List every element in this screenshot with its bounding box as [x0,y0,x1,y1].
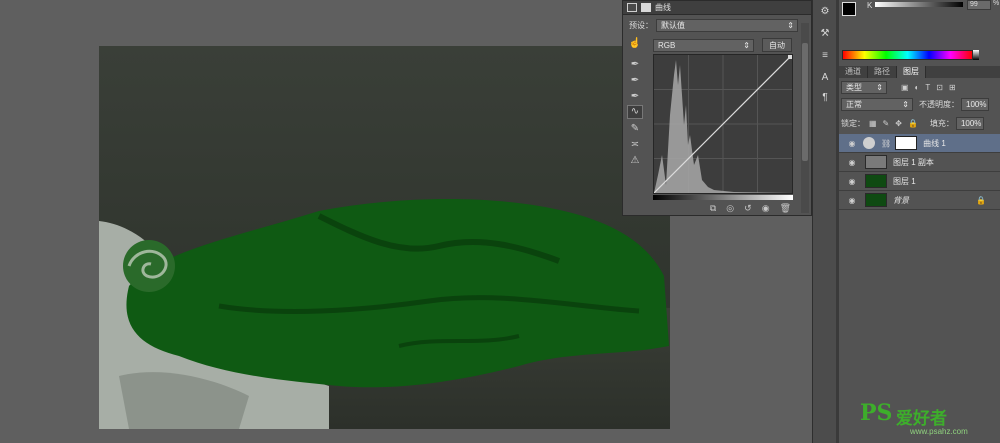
properties-title: 曲线 [655,3,671,12]
gray-eyedropper-icon[interactable]: ✒ [627,75,643,89]
scroll-thumb[interactable] [802,43,808,161]
reset-icon[interactable]: ↺ [744,203,752,214]
k-percent: % [993,0,1000,7]
photo-image [99,46,670,429]
opacity-label: 不透明度： [919,100,959,109]
curves-histogram [653,54,793,194]
watermark-url: www.psahz.com [910,427,968,436]
preset-value: 默认值 [661,21,685,30]
opacity-value: 100% [966,100,987,109]
layer-name[interactable]: 图层 1 [893,176,916,187]
layer-row-copy[interactable]: ◉ 图层 1 副本 [839,153,1000,172]
lock-label: 锁定： [841,119,865,128]
opacity-field[interactable]: 100% [961,98,989,111]
fill-field[interactable]: 100% [955,117,984,130]
layer-row-background[interactable]: ◉ 背景 🔒 [839,191,1000,210]
view-previous-icon[interactable]: ◎ [726,203,734,214]
layer-name[interactable]: 曲线 1 [923,138,946,149]
clipping-warning-icon[interactable]: ⚠ [627,155,643,169]
watermark: PS 爱好者 www.psahz.com [860,400,998,440]
sliders-icon[interactable]: ≡ [818,50,832,62]
k-value-field[interactable]: 99 [967,0,991,10]
blend-mode-value: 正常 [846,100,862,109]
black-white-ramp[interactable] [973,50,979,60]
mask-icon[interactable] [641,3,651,12]
properties-titlebar: 曲线 [623,1,811,15]
properties-footer: ⧉ ◎ ↺ ◉ 🗑 [623,200,801,216]
eye-icon[interactable]: ◉ [845,194,859,206]
tab-layers[interactable]: 图层 [897,66,926,78]
pencil-icon[interactable]: ✎ [627,123,643,137]
curves-adjustment-icon [627,3,637,12]
stepper-icon: ⇕ [876,83,883,92]
channel-select[interactable]: RGB ⇕ [653,38,754,52]
layer-row-layer1[interactable]: ◉ 图层 1 [839,172,1000,191]
adjustment-layer-icon [863,137,875,149]
character-icon[interactable]: A [818,72,832,84]
smooth-curve-icon[interactable]: ≍ [627,139,643,153]
preset-label: 预设： [629,21,653,30]
auto-button[interactable]: 自动 [762,38,792,52]
properties-panel: 曲线 预设： 默认值 ⇕ ☝ RGB ⇕ 自动 ✒ ✒ ✒ ∿ ✎ ≍ ⚠ ⧉ … [622,0,812,216]
layer-thumbnail [865,193,887,207]
curve-edit-icon[interactable]: ∿ [627,105,643,119]
delete-icon[interactable]: 🗑 [780,203,791,214]
history-icon[interactable]: ⚙ [818,6,832,18]
visibility-icon[interactable]: ◉ [762,203,770,214]
paragraph-icon[interactable]: ¶ [818,92,832,104]
preset-select[interactable]: 默认值 ⇕ [656,19,798,32]
clip-to-layer-icon[interactable]: ⧉ [710,203,716,214]
layer-name[interactable]: 图层 1 副本 [893,157,934,168]
tab-channels[interactable]: 通道 [839,66,868,78]
black-eyedropper-icon[interactable]: ✒ [627,59,643,73]
k-slider[interactable] [875,2,963,7]
fill-value: 100% [960,119,982,128]
photoshop-window: 曲线 预设： 默认值 ⇕ ☝ RGB ⇕ 自动 ✒ ✒ ✒ ∿ ✎ ≍ ⚠ ⧉ … [0,0,1000,443]
curves-graph[interactable] [653,54,793,194]
color-spectrum[interactable] [842,50,973,60]
color-panel: K 99 % [839,0,1000,50]
eye-icon[interactable]: ◉ [845,175,859,187]
stepper-icon: ⇕ [902,100,909,109]
chain-icon[interactable]: ⛓ [881,139,891,148]
white-eyedropper-icon[interactable]: ✒ [627,91,643,105]
k-label: K [867,1,873,10]
filter-kind-value: 类型 [846,83,862,92]
watermark-text: 爱好者 [896,409,947,428]
foreground-color-swatch[interactable] [842,2,856,16]
panel-dock-icons: ⚙ ⚒ ≡ A ¶ [812,0,836,443]
adjustments-icon[interactable]: ⚒ [818,28,832,40]
watermark-logo: PS [860,400,893,426]
properties-scrollbar[interactable] [801,23,809,213]
layer-name[interactable]: 背景 [893,195,909,206]
blend-mode-select[interactable]: 正常 ⇕ [841,98,913,111]
filter-kind-select[interactable]: 类型 ⇕ [841,81,887,94]
on-image-adjust-icon[interactable]: ☝ [627,38,643,52]
filter-icons[interactable]: ▣◐T⊡⊞ [901,83,962,92]
tab-paths[interactable]: 路径 [868,66,897,78]
lock-icons[interactable]: ▦✎✥🔒 [869,119,924,128]
fill-label: 填充： [929,119,954,128]
stepper-icon: ⇕ [787,21,794,30]
layer-thumbnail [865,174,887,188]
right-panels: K 99 % 通道 路径 图层 类型 ⇕ ▣◐T⊡⊞ 正常 ⇕ 不透明度： 10… [839,0,1000,443]
layer-row-curves[interactable]: ◉ ⛓ 曲线 1 [839,134,1000,153]
layer-thumbnail [865,155,887,169]
layers-tabs: 通道 路径 图层 [839,66,1000,78]
eye-icon[interactable]: ◉ [845,137,859,149]
lock-icon: 🔒 [976,195,986,205]
document-canvas[interactable] [99,46,670,429]
eye-icon[interactable]: ◉ [845,156,859,168]
layer-mask-thumbnail[interactable] [895,136,918,150]
channel-value: RGB [658,40,676,50]
chevron-down-icon: ⇕ [743,40,750,50]
